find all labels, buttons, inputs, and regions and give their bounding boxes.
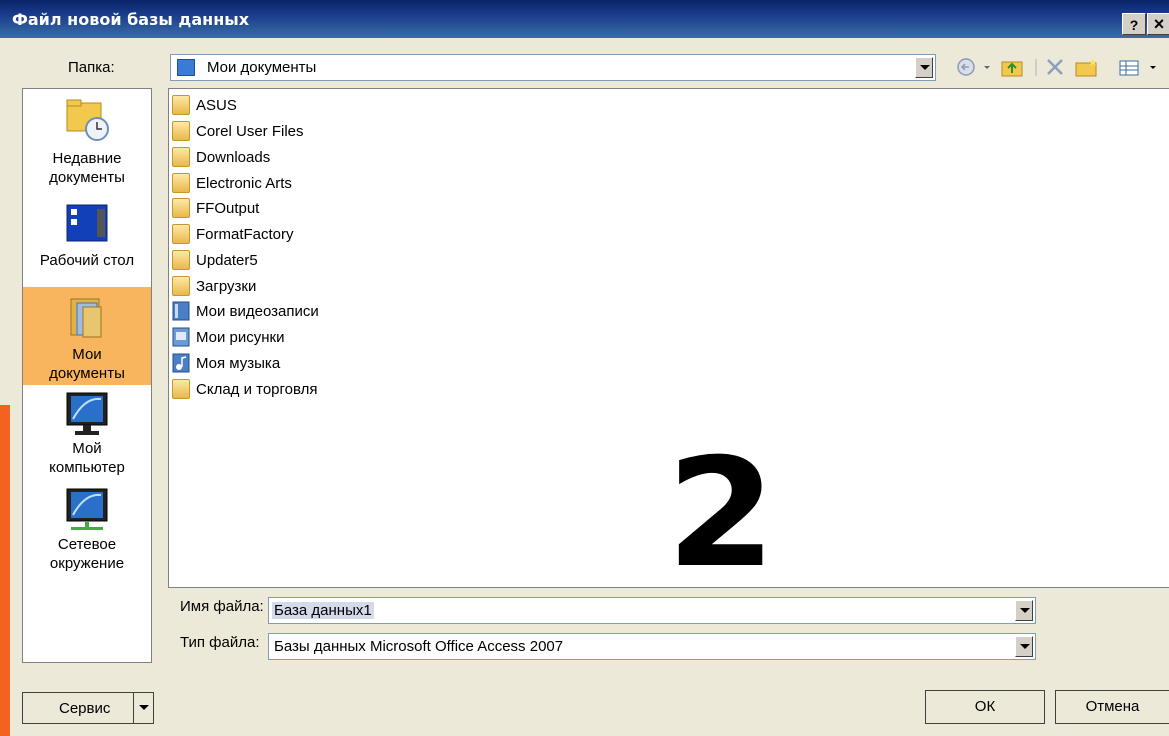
desktop-icon xyxy=(66,204,108,242)
accent-strip xyxy=(0,405,10,736)
filename-value: База данных1 xyxy=(272,602,374,619)
delete-icon[interactable] xyxy=(1047,59,1063,75)
pictures-folder-icon xyxy=(172,327,190,347)
my-documents-small-icon xyxy=(177,59,195,76)
place-recent-documents[interactable]: Недавние документы xyxy=(23,97,151,187)
place-label: Мои документы xyxy=(49,346,125,382)
window-title: Файл новой базы данных xyxy=(12,10,250,29)
folder-combo-arrow[interactable] xyxy=(915,57,933,78)
folder-icon xyxy=(172,276,190,296)
close-button[interactable]: × xyxy=(1147,13,1169,35)
places-bar: Недавние документы Рабочий стол Мои доку… xyxy=(22,88,152,663)
place-my-documents[interactable]: Мои документы xyxy=(23,287,151,385)
filename-dropdown-arrow[interactable] xyxy=(1015,600,1033,621)
back-icon[interactable] xyxy=(957,58,990,76)
list-item[interactable]: Мои видеозаписи xyxy=(172,299,319,323)
my-computer-icon xyxy=(66,392,108,435)
list-item[interactable]: FFOutput xyxy=(172,196,259,220)
place-label: Недавние документы xyxy=(49,150,125,186)
folder-combo-value: Мои документы xyxy=(207,59,317,76)
new-folder-icon[interactable] xyxy=(1075,58,1097,77)
filename-input[interactable]: База данных1 xyxy=(268,597,1036,624)
folder-icon xyxy=(172,198,190,218)
place-network[interactable]: Сетевое окружение xyxy=(23,487,151,573)
views-icon[interactable] xyxy=(1119,60,1156,76)
place-label: Сетевое окружение xyxy=(49,536,125,572)
ok-button[interactable]: ОК xyxy=(925,690,1045,724)
my-documents-icon xyxy=(70,298,102,338)
music-folder-icon xyxy=(172,353,190,373)
help-button[interactable]: ? xyxy=(1122,13,1146,35)
file-list[interactable]: ASUS Corel User Files Downloads Electron… xyxy=(168,88,1169,601)
up-folder-icon[interactable] xyxy=(1001,61,1023,77)
list-item[interactable]: Загрузки xyxy=(172,274,256,298)
videos-folder-icon xyxy=(172,301,190,321)
list-item[interactable]: Downloads xyxy=(172,145,270,169)
folder-icon xyxy=(172,173,190,193)
folder-icon xyxy=(172,95,190,115)
filetype-dropdown-arrow[interactable] xyxy=(1015,636,1033,657)
service-button[interactable]: Сервис xyxy=(22,692,154,724)
folder-icon xyxy=(172,250,190,270)
filetype-label: Тип файла: xyxy=(180,634,260,651)
overlay-step-number: 2 xyxy=(666,427,776,601)
service-dropdown-arrow[interactable] xyxy=(133,693,155,723)
cancel-button[interactable]: Отмена xyxy=(1055,690,1169,724)
network-icon xyxy=(66,488,108,530)
filetype-select[interactable]: Базы данных Microsoft Office Access 2007 xyxy=(268,633,1036,660)
filetype-value: Базы данных Microsoft Office Access 2007 xyxy=(274,638,564,655)
list-item[interactable]: Мои рисунки xyxy=(172,325,285,349)
folder-label: Папка: xyxy=(68,59,115,76)
folder-icon xyxy=(172,379,190,399)
title-bar: Файл новой базы данных ? × xyxy=(0,0,1169,38)
chevron-down-icon xyxy=(139,705,149,710)
list-item[interactable]: FormatFactory xyxy=(172,222,294,246)
place-my-computer[interactable]: Мой компьютер xyxy=(23,391,151,477)
toolbar xyxy=(957,58,1156,77)
folder-icon xyxy=(172,224,190,244)
list-item[interactable]: Electronic Arts xyxy=(172,171,292,195)
list-item[interactable]: ASUS xyxy=(172,93,237,117)
list-item[interactable]: Склад и торговля xyxy=(172,377,318,401)
place-label: Рабочий стол xyxy=(39,252,135,269)
folder-combo[interactable]: Мои документы xyxy=(170,54,936,81)
list-item[interactable]: Моя музыка xyxy=(172,351,280,375)
list-item[interactable]: Corel User Files xyxy=(172,119,304,143)
service-button-label: Сервис xyxy=(59,700,111,717)
folder-icon xyxy=(172,147,190,167)
place-desktop[interactable]: Рабочий стол xyxy=(23,203,151,270)
place-label: Мой компьютер xyxy=(49,440,125,476)
list-item[interactable]: Updater5 xyxy=(172,248,258,272)
folder-icon xyxy=(172,121,190,141)
recent-documents-icon xyxy=(66,99,109,141)
filename-label: Имя файла: xyxy=(180,598,264,615)
